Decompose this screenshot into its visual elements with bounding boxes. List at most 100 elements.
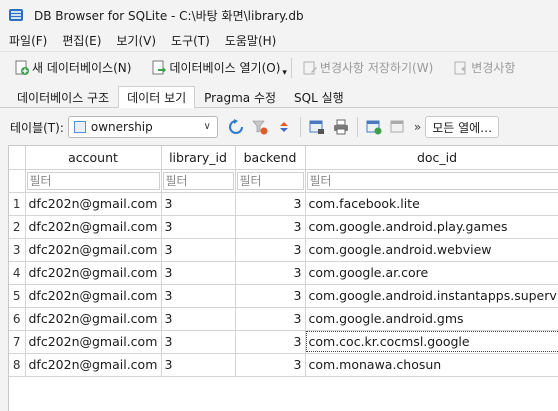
refresh-button[interactable] bbox=[224, 116, 248, 138]
cell-backend[interactable]: 3 bbox=[235, 284, 306, 308]
row-number[interactable]: 7 bbox=[9, 330, 26, 354]
cell-account[interactable]: dfc202n@gmail.com bbox=[25, 192, 162, 216]
cell-doc-id[interactable]: com.facebook.lite bbox=[305, 192, 558, 216]
delete-record-button[interactable] bbox=[386, 116, 410, 138]
table-row[interactable]: 3 dfc202n@gmail.com 3 3 com.google.andro… bbox=[9, 238, 558, 262]
cell-backend[interactable]: 3 bbox=[235, 261, 306, 285]
cell-backend[interactable]: 3 bbox=[235, 215, 306, 239]
filter-input-backend[interactable]: 필터 bbox=[236, 171, 304, 190]
menu-file[interactable]: 파일(F) bbox=[0, 32, 53, 49]
write-changes-label: 변경사항 저장하기(W) bbox=[319, 61, 434, 75]
main-toolbar: 새 데이터베이스(N) 데이터베이스 열기(O) ▾ 변경사항 저장하기(W) bbox=[0, 51, 558, 83]
row-number[interactable]: 3 bbox=[9, 238, 26, 262]
column-header-library-id[interactable]: library_id bbox=[161, 146, 236, 170]
tab-database-structure[interactable]: 데이터베이스 구조 bbox=[8, 87, 118, 107]
save-table-icon bbox=[309, 120, 324, 134]
cell-account[interactable]: dfc202n@gmail.com bbox=[25, 238, 162, 262]
header-row: account library_id backend doc_id bbox=[9, 146, 558, 170]
cell-library-id[interactable]: 3 bbox=[161, 215, 236, 239]
column-header-account[interactable]: account bbox=[25, 146, 162, 170]
open-database-button[interactable]: 데이터베이스 열기(O) bbox=[145, 55, 286, 81]
table-select[interactable]: ownership ∨ bbox=[67, 116, 218, 138]
cell-doc-id[interactable]: com.google.android.webview bbox=[305, 238, 558, 262]
tab-browse-data[interactable]: 데이터 보기 bbox=[118, 86, 196, 108]
menu-tools[interactable]: 도구(T) bbox=[162, 32, 216, 49]
cell-account[interactable]: dfc202n@gmail.com bbox=[25, 330, 162, 354]
cell-doc-id[interactable]: com.google.android.play.games bbox=[305, 215, 558, 239]
save-table-button[interactable] bbox=[305, 116, 329, 138]
menu-help[interactable]: 도움말(H) bbox=[216, 32, 283, 49]
menu-view[interactable]: 보기(V) bbox=[107, 32, 162, 49]
insert-record-button[interactable] bbox=[362, 116, 386, 138]
revert-changes-button[interactable]: 변경사항 bbox=[447, 55, 521, 81]
write-changes-button[interactable]: 변경사항 저장하기(W) bbox=[296, 55, 439, 81]
cell-doc-id[interactable]: com.monawa.chosun bbox=[305, 353, 558, 377]
cell-library-id[interactable]: 3 bbox=[161, 284, 236, 308]
table-row[interactable]: 7 dfc202n@gmail.com 3 3 com.coc.kr.cocms… bbox=[9, 330, 558, 354]
cell-backend[interactable]: 3 bbox=[235, 330, 306, 354]
toolbar-separator bbox=[299, 117, 301, 137]
table-icon bbox=[73, 121, 86, 133]
filter-input-library-id[interactable]: 필터 bbox=[162, 171, 234, 190]
cell-account[interactable]: dfc202n@gmail.com bbox=[25, 261, 162, 285]
new-database-button[interactable]: 새 데이터베이스(N) bbox=[8, 55, 137, 81]
row-number[interactable]: 1 bbox=[9, 192, 26, 216]
cell-account[interactable]: dfc202n@gmail.com bbox=[25, 284, 162, 308]
sort-icon bbox=[279, 122, 288, 132]
cell-doc-id-selected[interactable]: com.coc.kr.cocmsl.google bbox=[305, 330, 558, 354]
tab-label: Pragma 수정 bbox=[204, 91, 277, 105]
table-row[interactable]: 4 dfc202n@gmail.com 3 3 com.google.ar.co… bbox=[9, 261, 558, 285]
row-number[interactable]: 2 bbox=[9, 215, 26, 239]
row-number[interactable]: 4 bbox=[9, 261, 26, 285]
new-database-icon bbox=[14, 60, 30, 76]
cell-backend[interactable]: 3 bbox=[235, 307, 306, 331]
cell-doc-id[interactable]: com.google.android.gms bbox=[305, 307, 558, 331]
main-tab-bar: 데이터베이스 구조 데이터 보기 Pragma 수정 SQL 실행 bbox=[0, 86, 558, 108]
row-number[interactable]: 8 bbox=[9, 353, 26, 377]
cell-backend[interactable]: 3 bbox=[235, 192, 306, 216]
cell-doc-id[interactable]: com.google.android.instantapps.superv bbox=[305, 284, 558, 308]
title-bar: DB Browser for SQLite - C:\바탕 화면\library… bbox=[0, 0, 558, 30]
column-header-backend[interactable]: backend bbox=[235, 146, 306, 170]
print-button[interactable] bbox=[329, 116, 353, 138]
toolbar-more-button[interactable]: » bbox=[414, 116, 421, 138]
table-row[interactable]: 8 dfc202n@gmail.com 3 3 com.monawa.chosu… bbox=[9, 353, 558, 377]
filter-input-doc-id[interactable]: 필터 bbox=[306, 171, 558, 190]
corner-cell[interactable] bbox=[9, 146, 26, 170]
cell-account[interactable]: dfc202n@gmail.com bbox=[25, 353, 162, 377]
filter-row-header bbox=[9, 169, 26, 193]
refresh-icon bbox=[228, 119, 243, 134]
cell-account[interactable]: dfc202n@gmail.com bbox=[25, 215, 162, 239]
cell-library-id[interactable]: 3 bbox=[161, 261, 236, 285]
tab-edit-pragmas[interactable]: Pragma 수정 bbox=[195, 87, 285, 107]
cell-backend[interactable]: 3 bbox=[235, 238, 306, 262]
filter-input-account[interactable]: 필터 bbox=[26, 171, 160, 190]
menu-edit[interactable]: 편집(E) bbox=[53, 32, 107, 49]
table-select-value: ownership bbox=[90, 120, 153, 134]
sort-button[interactable] bbox=[272, 116, 296, 138]
row-number[interactable]: 5 bbox=[9, 284, 26, 308]
tab-label: 데이터베이스 구조 bbox=[17, 91, 110, 105]
table-row[interactable]: 1 dfc202n@gmail.com 3 3 com.facebook.lit… bbox=[9, 192, 558, 216]
cell-library-id[interactable]: 3 bbox=[161, 353, 236, 377]
menu-bar: 파일(F) 편집(E) 보기(V) 도구(T) 도움말(H) bbox=[0, 30, 558, 50]
open-database-dropdown-icon[interactable]: ▾ bbox=[282, 68, 287, 78]
filter-all-columns-input[interactable]: 모든 열에… bbox=[425, 116, 500, 138]
column-header-doc-id[interactable]: doc_id bbox=[305, 146, 558, 170]
cell-account[interactable]: dfc202n@gmail.com bbox=[25, 307, 162, 331]
cell-backend[interactable]: 3 bbox=[235, 353, 306, 377]
clear-filters-button[interactable] bbox=[248, 116, 272, 138]
table-row[interactable]: 5 dfc202n@gmail.com 3 3 com.google.andro… bbox=[9, 284, 558, 308]
row-number[interactable]: 6 bbox=[9, 307, 26, 331]
table-row[interactable]: 2 dfc202n@gmail.com 3 3 com.google.andro… bbox=[9, 215, 558, 239]
tab-execute-sql[interactable]: SQL 실행 bbox=[285, 87, 353, 107]
cell-library-id[interactable]: 3 bbox=[161, 192, 236, 216]
revert-changes-icon bbox=[453, 60, 469, 76]
cell-library-id[interactable]: 3 bbox=[161, 307, 236, 331]
cell-library-id[interactable]: 3 bbox=[161, 238, 236, 262]
window-title: DB Browser for SQLite - C:\바탕 화면\library… bbox=[34, 8, 304, 23]
cell-doc-id[interactable]: com.google.ar.core bbox=[305, 261, 558, 285]
open-database-icon bbox=[151, 60, 167, 76]
cell-library-id[interactable]: 3 bbox=[161, 330, 236, 354]
table-row[interactable]: 6 dfc202n@gmail.com 3 3 com.google.andro… bbox=[9, 307, 558, 331]
